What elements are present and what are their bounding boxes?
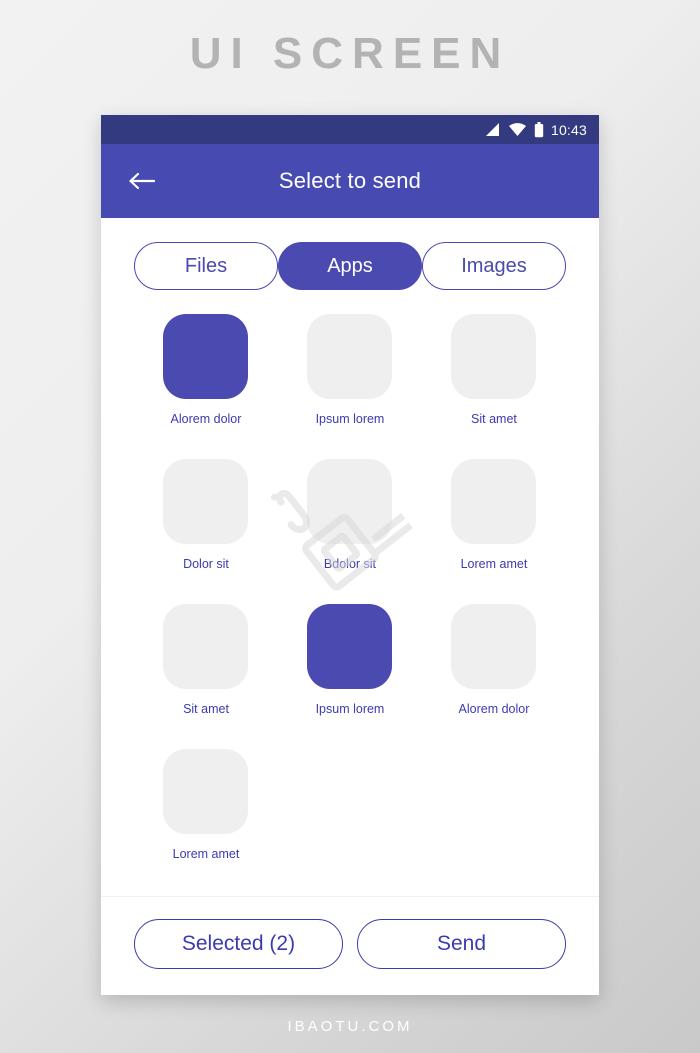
app-tile [163, 604, 249, 689]
app-tile [163, 459, 249, 544]
send-button[interactable]: Send [357, 919, 566, 969]
app-tile [307, 314, 393, 399]
app-item[interactable]: Lorem amet [134, 749, 278, 894]
app-tile [163, 314, 249, 399]
app-bar: Select to send [101, 144, 599, 218]
app-item-label: Ipsum lorem [315, 702, 385, 716]
app-tile [307, 459, 393, 544]
tab-label: Files [184, 254, 228, 277]
app-item-label: Alorem dolor [170, 412, 242, 426]
wifi-icon [508, 123, 526, 136]
app-item[interactable]: Dolor sit [134, 459, 278, 604]
selected-count-button[interactable]: Selected (2) [134, 919, 343, 969]
app-item[interactable]: Bdolor sit [278, 459, 422, 604]
tab-images[interactable]: Images [422, 242, 566, 290]
tab-files[interactable]: Files [134, 242, 278, 290]
tab-bar: Files Apps Images [101, 218, 599, 290]
phone-frame: 10:43 Select to send Files Apps Images A… [101, 115, 599, 995]
app-grid: Alorem dolor Ipsum lorem Sit amet Dolor … [101, 290, 599, 896]
app-item-label: Ipsum lorem [315, 412, 385, 426]
app-item-label: Bdolor sit [323, 557, 377, 571]
app-item-label: Alorem dolor [458, 702, 530, 716]
page-title: UI SCREEN [189, 29, 511, 78]
app-item-label: Lorem amet [460, 557, 528, 571]
back-button[interactable] [123, 162, 161, 200]
selected-count-label: Selected (2) [181, 932, 296, 955]
send-label: Send [436, 932, 487, 955]
site-watermark: IBAOTU.COM [287, 1018, 413, 1035]
app-tile [451, 459, 537, 544]
app-item[interactable]: Sit amet [134, 604, 278, 749]
status-bar: 10:43 [101, 115, 599, 144]
battery-icon [534, 121, 544, 137]
app-item[interactable]: Lorem amet [422, 459, 566, 604]
app-item[interactable]: Ipsum lorem [278, 604, 422, 749]
status-time: 10:43 [550, 121, 587, 138]
app-tile [163, 749, 249, 834]
back-arrow-icon [129, 172, 156, 190]
app-bar-title: Select to send [278, 168, 422, 193]
app-item[interactable]: Alorem dolor [134, 314, 278, 459]
app-item[interactable]: Ipsum lorem [278, 314, 422, 459]
app-item-label: Sit amet [471, 412, 517, 426]
app-item[interactable]: Alorem dolor [422, 604, 566, 749]
app-item-label: Dolor sit [183, 557, 229, 571]
app-tile [307, 604, 393, 689]
app-item-label: Sit amet [183, 702, 229, 716]
app-item-label: Lorem amet [172, 847, 240, 861]
tab-label: Apps [327, 254, 373, 277]
app-item[interactable]: Sit amet [422, 314, 566, 459]
tab-label: Images [461, 254, 527, 277]
signal-icon [485, 123, 499, 136]
app-tile [451, 604, 537, 689]
action-footer: Selected (2) Send [101, 896, 599, 995]
tab-apps[interactable]: Apps [278, 242, 422, 290]
app-tile [451, 314, 537, 399]
